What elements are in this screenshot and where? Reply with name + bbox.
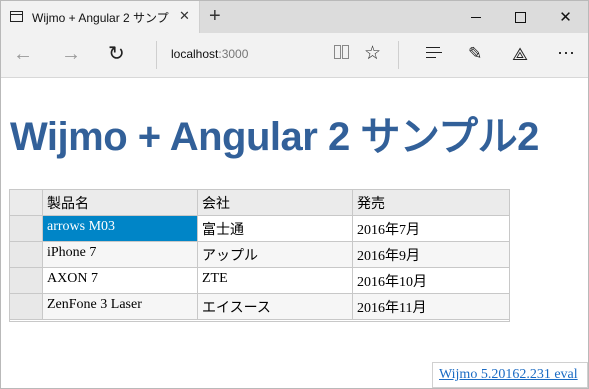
row-header[interactable] [10,294,43,320]
web-note-icon[interactable]: ✎ [468,43,482,65]
page-icon [10,11,23,22]
table-row: ZenFone 3 Laser エイスース 2016年11月 [10,294,509,320]
grid-cell[interactable]: ZenFone 3 Laser [43,294,198,320]
more-icon[interactable]: ⋯ [557,42,576,64]
navigation-bar: ← → ↻ localhost:3000 ☆ ✎ ⟁ ⋯ [1,33,588,78]
back-arrow-icon[interactable]: ← [13,43,33,65]
browser-window: Wijmo + Angular 2 サンプ ✕ + ✕ ← → ↻ localh… [0,0,589,389]
table-row: iPhone 7 アップル 2016年9月 [10,242,509,268]
address-host: localhost [171,47,219,61]
grid-cell[interactable]: 2016年11月 [353,294,509,320]
maximize-icon [515,11,526,23]
grid-cell[interactable]: ZTE [198,268,353,294]
tab-close-icon[interactable]: ✕ [179,8,190,24]
grid-cell[interactable]: 2016年10月 [353,268,509,294]
divider [156,41,157,69]
minimize-icon [470,16,481,18]
column-header-company[interactable]: 会社 [198,190,353,216]
grid-cell[interactable]: 富士通 [198,216,353,242]
divider [398,41,399,69]
table-row: arrows M03 富士通 2016年7月 [10,216,509,242]
grid-cell[interactable]: AXON 7 [43,268,198,294]
tab-title: Wijmo + Angular 2 サンプ [32,11,169,25]
new-tab-button[interactable]: + [209,5,221,27]
tab-bar: Wijmo + Angular 2 サンプ ✕ + ✕ [1,1,588,33]
row-header-corner[interactable] [10,190,43,216]
reading-view-icon[interactable] [334,45,350,59]
column-header-release[interactable]: 発売 [353,190,509,216]
row-header[interactable] [10,268,43,294]
forward-arrow-icon[interactable]: → [61,43,81,65]
maximize-button[interactable] [498,1,543,33]
page-title: Wijmo + Angular 2 サンプル2 [10,115,539,159]
grid-cell[interactable]: 2016年7月 [353,216,509,242]
close-icon: ✕ [559,9,572,26]
tab-active[interactable]: Wijmo + Angular 2 サンプ ✕ [1,1,200,33]
refresh-icon[interactable]: ↻ [108,43,125,65]
table-row: AXON 7 ZTE 2016年10月 [10,268,509,294]
row-header[interactable] [10,242,43,268]
minimize-button[interactable] [453,1,498,33]
share-icon[interactable]: ⟁ [512,43,528,65]
close-window-button[interactable]: ✕ [543,1,588,33]
grid-header-row: 製品名 会社 発売 [10,190,509,216]
row-header[interactable] [10,216,43,242]
grid-cell[interactable]: 2016年9月 [353,242,509,268]
grid-cell[interactable]: iPhone 7 [43,242,198,268]
column-header-product[interactable]: 製品名 [43,190,198,216]
grid-cell[interactable]: エイスース [198,294,353,320]
hub-icon[interactable] [426,47,442,62]
address-port: :3000 [218,47,249,61]
wijmo-eval-link[interactable]: Wijmo 5.20162.231 eval [432,362,588,388]
grid-cell-selected[interactable]: arrows M03 [43,216,198,242]
favorite-star-icon[interactable]: ☆ [364,43,381,65]
grid-cell[interactable]: アップル [198,242,353,268]
data-grid[interactable]: 製品名 会社 発売 arrows M03 富士通 2016年7月 iPhone … [9,189,510,322]
address-bar[interactable]: localhost:3000 [171,47,248,61]
